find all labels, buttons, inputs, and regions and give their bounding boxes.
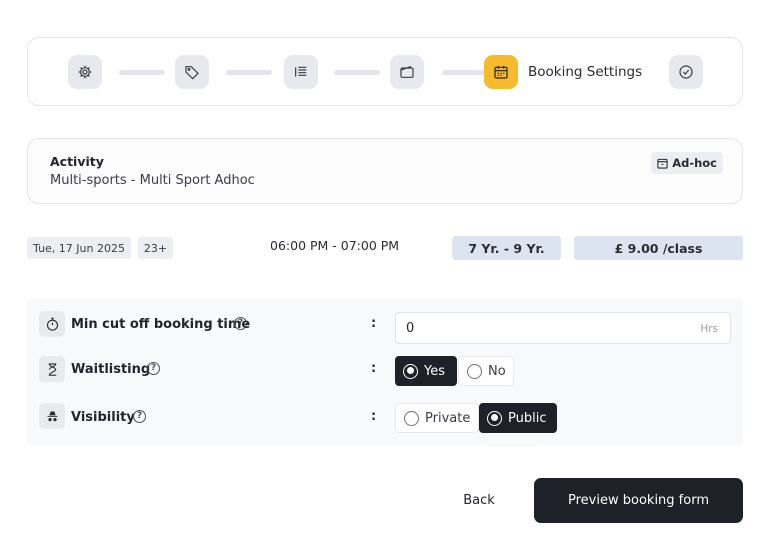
waitlisting-row: Waitlisting ? : Yes No — [27, 350, 743, 390]
active-step-label: Booking Settings — [528, 64, 643, 80]
check-circle-icon — [679, 65, 693, 79]
progress-stepper: Booking Settings — [27, 37, 743, 106]
list-icon — [295, 66, 307, 77]
help-icon[interactable]: ? — [133, 410, 146, 423]
option-label: Public — [508, 410, 547, 426]
hourglass-icon — [39, 356, 65, 382]
option-label: No — [488, 363, 506, 379]
radio-checked-icon — [403, 363, 418, 379]
price-badge: £ 9.00 /class — [574, 236, 743, 260]
step-review[interactable] — [669, 55, 703, 89]
adhoc-badge-label: Ad-hoc — [672, 156, 717, 170]
waitlisting-label: Waitlisting — [71, 362, 151, 377]
calendar-icon — [494, 66, 508, 79]
radio-checked-icon — [487, 410, 502, 426]
step-payment[interactable] — [390, 55, 424, 89]
step-booking-settings[interactable] — [484, 55, 518, 89]
calendar-small-icon — [657, 158, 668, 169]
colon: : — [371, 361, 377, 376]
radio-unchecked-icon — [404, 410, 419, 426]
visibility-private-option[interactable]: Private — [395, 403, 479, 433]
visibility-row: Visibility ? : Private Public — [27, 398, 743, 438]
activity-name: Multi-sports - Multi Sport Adhoc — [50, 173, 255, 188]
adhoc-badge: Ad-hoc — [651, 152, 723, 174]
cutoff-unit: Hrs — [700, 323, 718, 335]
activity-title: Activity — [50, 154, 104, 169]
step-connector — [226, 70, 272, 75]
help-icon[interactable]: ? — [234, 317, 247, 330]
stopwatch-icon — [39, 311, 65, 337]
colon: : — [371, 316, 377, 331]
booking-settings-panel: Min cut off booking time ? : 0 Hrs Waitl… — [27, 298, 743, 446]
preview-booking-form-button[interactable]: Preview booking form — [534, 478, 743, 523]
waitlisting-no-option[interactable]: No — [458, 356, 514, 386]
activity-card: Activity Multi-sports - Multi Sport Adho… — [27, 138, 743, 204]
step-connector — [119, 70, 165, 75]
gear-icon — [78, 65, 92, 79]
step-details[interactable] — [284, 55, 318, 89]
cutoff-value: 0 — [406, 321, 415, 336]
tag-icon — [185, 66, 199, 80]
cutoff-label: Min cut off booking time — [71, 317, 251, 332]
step-general[interactable] — [68, 55, 102, 89]
cutoff-row: Min cut off booking time ? : 0 Hrs — [27, 304, 743, 344]
incognito-icon — [39, 403, 65, 429]
cutoff-input[interactable]: 0 Hrs — [395, 312, 731, 344]
step-connector — [442, 70, 488, 75]
session-date: Tue, 17 Jun 2025 — [27, 237, 131, 259]
radio-unchecked-icon — [467, 363, 482, 379]
back-button[interactable]: Back — [448, 484, 510, 516]
visibility-public-option[interactable]: Public — [479, 403, 557, 433]
option-label: Yes — [424, 363, 445, 379]
age-range-badge: 7 Yr. - 9 Yr. — [452, 236, 561, 260]
waitlisting-yes-option[interactable]: Yes — [395, 356, 457, 386]
step-connector — [334, 70, 380, 75]
option-label: Private — [425, 410, 471, 426]
session-time: 06:00 PM - 07:00 PM — [270, 238, 400, 253]
colon: : — [371, 409, 377, 424]
help-icon[interactable]: ? — [147, 362, 160, 375]
spots-badge: 23+ — [138, 237, 173, 259]
visibility-label: Visibility — [71, 410, 135, 425]
wallet-icon — [400, 65, 414, 78]
step-pricing[interactable] — [175, 55, 209, 89]
